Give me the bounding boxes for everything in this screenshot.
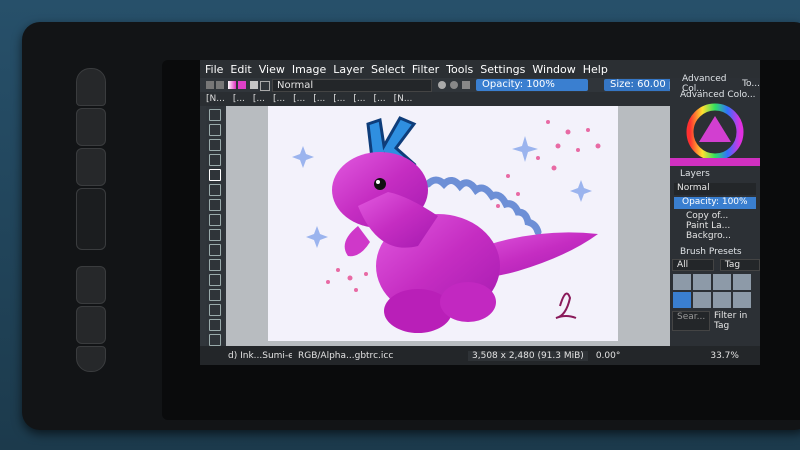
tool-options-tab[interactable]: To... (742, 79, 760, 89)
brush-preset-item[interactable] (733, 292, 751, 308)
advanced-color-title: Advanced Colo... (680, 90, 756, 100)
dynamic-brush-tool-icon[interactable] (209, 289, 221, 301)
bezier-tool-icon[interactable] (209, 259, 221, 271)
current-brush-label: d) Ink...Sumi-e (228, 350, 292, 361)
document-tab[interactable]: [... (313, 94, 325, 104)
menu-tools[interactable]: Tools (446, 63, 473, 76)
document-tab[interactable]: [N... (206, 94, 225, 104)
transform-tool-icon[interactable] (209, 319, 221, 331)
brush-tag-filter-select[interactable]: All (672, 259, 714, 271)
express-key-1[interactable] (76, 68, 106, 106)
status-bar: d) Ink...Sumi-e RGB/Alpha...gbtrc.icc 3,… (200, 346, 760, 365)
select-shapes-tool-icon[interactable] (209, 109, 221, 121)
zoom-level-label[interactable]: 33.7% (710, 351, 739, 361)
brush-preset-item[interactable] (673, 292, 691, 308)
express-key-5[interactable] (76, 266, 106, 304)
new-document-icon[interactable] (206, 81, 214, 89)
color-selector-wheel[interactable] (670, 102, 760, 166)
document-tab[interactable]: [... (293, 94, 305, 104)
layer-item[interactable]: Copy of... (686, 211, 760, 221)
document-tab[interactable]: [... (333, 94, 345, 104)
menu-layer[interactable]: Layer (333, 63, 364, 76)
brush-preset-item[interactable] (693, 274, 711, 290)
move-tool-icon[interactable] (209, 334, 221, 346)
rotation-label[interactable]: 0.00° (596, 351, 621, 361)
document-tab[interactable]: [... (233, 94, 245, 104)
brush-tag-button[interactable]: Tag (719, 259, 760, 271)
document-tab[interactable]: [... (273, 94, 285, 104)
polygon-tool-icon[interactable] (209, 229, 221, 241)
brush-preset-grid (670, 271, 760, 311)
rectangle-tool-icon[interactable] (209, 199, 221, 211)
polyline-tool-icon[interactable] (209, 244, 221, 256)
menu-image[interactable]: Image (292, 63, 326, 76)
canvas-viewport[interactable] (226, 106, 670, 346)
menu-settings[interactable]: Settings (480, 63, 525, 76)
express-key-3[interactable] (76, 148, 106, 186)
open-document-icon[interactable] (216, 81, 224, 89)
filter-in-tag-checkbox[interactable]: Filter in Tag (714, 311, 760, 331)
text-tool-icon[interactable] (209, 124, 221, 136)
blend-mode-select[interactable]: Normal (272, 79, 432, 92)
document-tab[interactable]: [... (373, 94, 385, 104)
brush-preset-item[interactable] (713, 292, 731, 308)
express-keys (76, 66, 134, 372)
krita-window: File Edit View Image Layer Select Filter… (200, 60, 760, 365)
layers-list: Copy of... Paint La... Backgro... (670, 211, 760, 241)
color-swatch-icon[interactable] (238, 81, 246, 89)
ellipse-tool-icon[interactable] (209, 214, 221, 226)
multibrush-tool-icon[interactable] (209, 304, 221, 316)
layers-title: Layers (680, 169, 710, 179)
gradient-swatch-icon[interactable] (228, 81, 236, 89)
menu-view[interactable]: View (259, 63, 285, 76)
brush-presets-title: Brush Presets (680, 247, 742, 257)
reload-preset-icon[interactable] (462, 81, 470, 89)
drawing-canvas[interactable] (268, 106, 618, 341)
brush-preset-icon[interactable] (250, 81, 258, 89)
layer-blend-mode-select[interactable]: Normal (674, 183, 756, 195)
document-tab[interactable]: [N... (394, 94, 413, 104)
document-tab[interactable]: [... (353, 94, 365, 104)
opacity-slider[interactable]: Opacity: 100% (476, 79, 588, 91)
brush-editor-icon[interactable] (260, 81, 270, 91)
artwork-dinosaur (292, 116, 601, 333)
erase-mode-icon[interactable] (438, 81, 446, 89)
brush-preset-item[interactable] (733, 274, 751, 290)
document-tab[interactable]: [... (253, 94, 265, 104)
menu-filter[interactable]: Filter (412, 63, 439, 76)
express-key-2[interactable] (76, 108, 106, 146)
edit-shapes-tool-icon[interactable] (209, 139, 221, 151)
preserve-alpha-icon[interactable] (450, 81, 458, 89)
menu-window[interactable]: Window (532, 63, 575, 76)
express-key-4[interactable] (76, 188, 106, 250)
express-key-6[interactable] (76, 306, 106, 344)
brush-preset-item[interactable] (673, 274, 691, 290)
menu-file[interactable]: File (205, 63, 223, 76)
image-size-label: 3,508 x 2,480 (91.3 MiB) (468, 350, 588, 361)
menu-help[interactable]: Help (583, 63, 608, 76)
menu-edit[interactable]: Edit (230, 63, 251, 76)
document-tabs: [N... [... [... [... [... [... [... [...… (200, 92, 676, 106)
line-tool-icon[interactable] (209, 184, 221, 196)
toolbox (206, 106, 224, 365)
layer-item[interactable]: Backgro... (686, 231, 760, 241)
brush-preset-item[interactable] (713, 274, 731, 290)
brush-search-input[interactable]: Sear... (672, 311, 710, 331)
freehand-brush-tool-icon[interactable] (209, 169, 221, 181)
express-key-7[interactable] (76, 346, 106, 372)
color-profile-label: RGB/Alpha...gbtrc.icc (298, 350, 394, 361)
layer-opacity-slider[interactable]: Opacity: 100% (674, 197, 756, 209)
signature-mark (555, 292, 577, 319)
brush-preset-item[interactable] (693, 292, 711, 308)
docker-panel: Advanced Col... To... Advanced Colo... L… (670, 74, 760, 348)
menu-select[interactable]: Select (371, 63, 405, 76)
calligraphy-tool-icon[interactable] (209, 154, 221, 166)
freehand-path-tool-icon[interactable] (209, 274, 221, 286)
layer-item[interactable]: Paint La... (686, 221, 760, 231)
